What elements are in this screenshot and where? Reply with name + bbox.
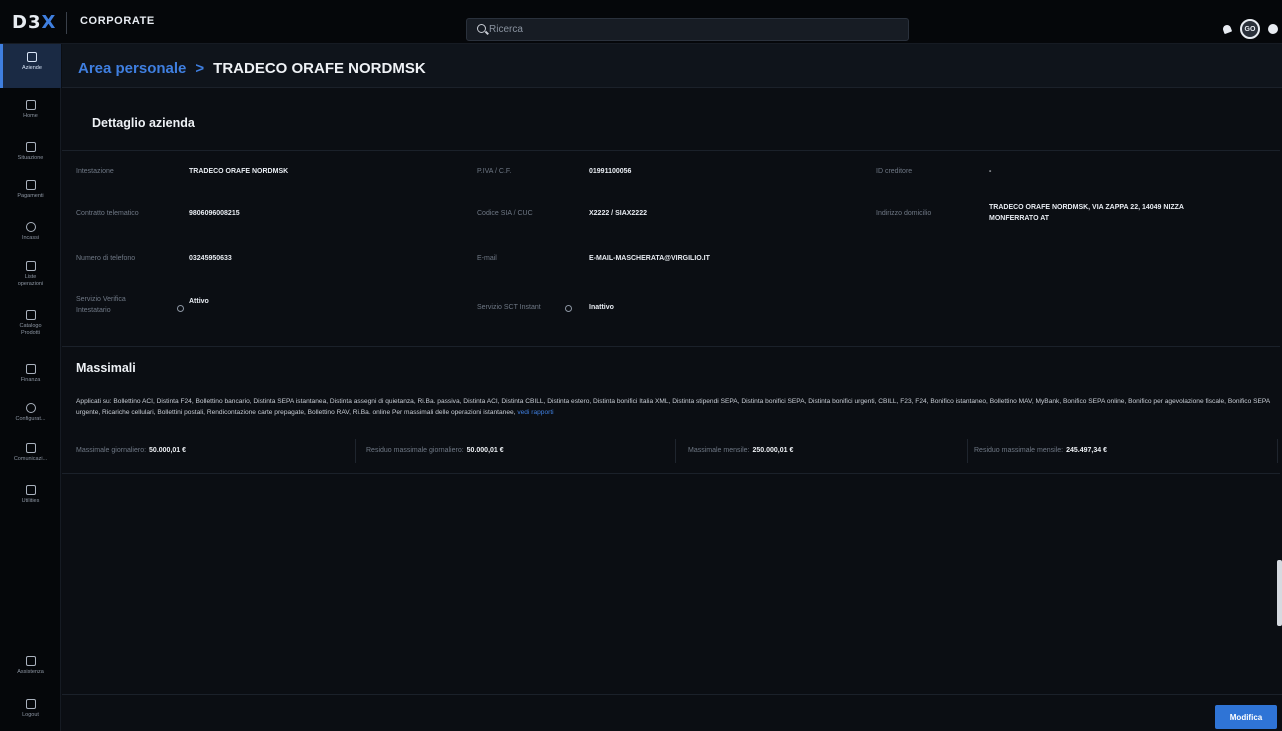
topbar-actions: GO [1222,19,1278,39]
building-icon [27,52,37,62]
massimale-mensile: Massimale mensile: 250.000,01 € [688,439,968,463]
id-creditore-label: ID creditore [876,168,913,175]
piva-value: 01991100056 [589,168,632,175]
sidebar-item-catalogo-prodotti[interactable]: Catalogo Prodotti [0,310,61,336]
wallet-icon [25,180,36,190]
intestazione-label: Intestazione [76,168,114,175]
company-detail-card: Dettaglio azienda Intestazione TRADECO O… [62,92,1280,348]
telefono-label: Numero di telefono [76,255,136,262]
sidebar-item-liste-operazioni[interactable]: Liste operazioni [0,261,61,287]
card-divider [62,150,1280,151]
chat-icon [25,656,36,666]
search-icon [477,24,486,33]
chart-icon [25,142,36,152]
sidebar-item-situazione[interactable]: Situazione [0,142,61,162]
indirizzo-value-line2: MONFERRATO AT [989,215,1050,222]
sidebar-item-incassi[interactable]: Incassi [0,222,61,242]
user-avatar[interactable]: GO [1240,19,1260,39]
section-divider [62,346,1280,347]
sidebar-item-logout[interactable]: Logout [0,699,61,719]
gear-icon [25,403,36,413]
sct-value: Inattivo [589,304,614,311]
sidebar-item-comunicazioni[interactable]: Comunicazi... [0,443,61,463]
sidebar-item-pagamenti[interactable]: Pagamenti [0,180,61,200]
id-creditore-value: - [989,168,992,175]
home-icon [25,100,36,110]
list-icon [25,261,36,271]
massimali-applicati: Applicati su: Bollettino ACI, Distinta F… [76,398,1270,416]
notification-bell-icon[interactable] [1222,23,1232,35]
sia-value: X2222 / SIAX2222 [589,210,647,217]
modifica-button[interactable]: Modifica [1215,705,1277,729]
top-bar: D3X CORPORATE GO [0,0,1282,44]
topbar-divider [66,12,67,34]
section-label: CORPORATE [80,15,155,27]
email-label: E-mail [477,255,497,262]
search-input[interactable] [489,19,889,40]
sidebar-item-aziende[interactable]: Aziende [0,44,61,88]
sidebar-item-home[interactable]: Home [0,100,61,120]
intestazione-value: TRADECO ORAFE NORDMSK [189,168,289,175]
sidebar-item-finanza[interactable]: Finanza [0,364,61,384]
sidebar-item-configurazione[interactable]: Configurat... [0,403,61,423]
footer-divider [62,694,1282,695]
telefono-value: 03245950633 [189,255,232,262]
logout-icon [25,699,36,709]
info-icon[interactable] [177,305,184,312]
sidebar-item-utilities[interactable]: Utilities [0,485,61,505]
verifica-label-line1: Servizio Verifica [76,296,126,303]
sidebar-item-assistenza[interactable]: Assistenza [0,656,61,676]
indirizzo-label: Indirizzo domicilio [876,210,932,217]
email-value: E-MAIL-MASCHERATA@VIRGILIO.IT [589,255,710,262]
breadcrumb-parent-link[interactable]: Area personale [78,60,186,77]
breadcrumb: Area personale > TRADECO ORAFE NORDMSK [78,60,426,77]
card-title: Dettaglio azienda [92,116,195,130]
verifica-value: Attivo [189,298,209,305]
vedi-rapporti-link[interactable]: vedi rapporti [517,409,553,416]
app-logo[interactable]: D3X [12,12,56,33]
breadcrumb-current: TRADECO ORAFE NORDMSK [213,60,426,77]
settings-icon[interactable] [1268,24,1278,34]
scrollbar[interactable] [1277,560,1282,626]
grid-icon [25,310,36,320]
massimali-title: Massimali [76,361,136,375]
breadcrumb-separator: > [195,60,205,77]
sia-label: Codice SIA / CUC [477,210,533,217]
tools-icon [25,485,36,495]
sct-label: Servizio SCT Instant [477,304,541,311]
piva-label: P.IVA / C.F. [477,168,512,175]
contratto-label: Contratto telematico [76,210,139,217]
massimale-giornaliero: Massimale giornaliero: 50.000,01 € [76,439,356,463]
sidebar: Aziende Home Situazione Pagamenti Incass… [0,44,61,731]
residuo-giornaliero: Residuo massimale giornaliero: 50.000,01 … [366,439,676,463]
info-icon[interactable] [565,305,572,312]
section-divider [62,473,1280,474]
contratto-value: 9806096008215 [189,210,240,217]
finance-icon [25,364,36,374]
verifica-label-line2: Intestatario [76,307,111,314]
document-icon [25,443,36,453]
page-header: Area personale > TRADECO ORAFE NORDMSK [62,44,1282,88]
residuo-mensile: Residuo massimale mensile: 245.497,34 € [974,439,1278,463]
search-box[interactable] [466,18,909,41]
massimali-values-row: Massimale giornaliero: 50.000,01 € Residu… [62,439,1278,463]
incoming-icon [25,222,36,232]
indirizzo-value-line1: TRADECO ORAFE NORDMSK, VIA ZAPPA 22, 140… [989,204,1184,211]
